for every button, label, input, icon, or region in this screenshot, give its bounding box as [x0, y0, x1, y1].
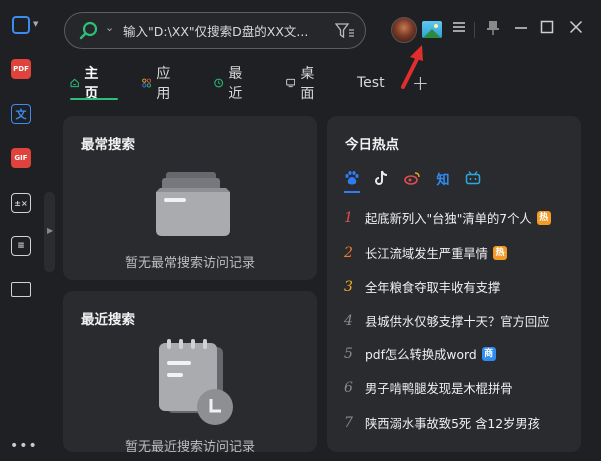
- search-input[interactable]: [123, 21, 331, 41]
- maximize-icon[interactable]: [540, 20, 554, 38]
- tab-recent[interactable]: 最近: [214, 66, 247, 102]
- hot-list-item[interactable]: 7 陕西溺水事故致5死 含12岁男孩: [344, 413, 540, 433]
- recent-search-card: 最近搜索 暂无最近搜索访问记录: [63, 291, 317, 452]
- rank-number: 6: [344, 380, 353, 396]
- apps-icon: [142, 78, 152, 88]
- close-icon[interactable]: [569, 20, 583, 38]
- card-title: 今日热点: [345, 137, 399, 153]
- notes-icon[interactable]: ≡: [11, 236, 31, 256]
- empty-state-text: 暂无最常搜索访问记录: [124, 256, 255, 271]
- hot-list-item[interactable]: 5 pdf怎么转换成word 商: [344, 344, 496, 364]
- divider: [474, 22, 475, 38]
- tab-label: 主页: [84, 66, 99, 102]
- douyin-icon[interactable]: [372, 168, 392, 188]
- rank-number: 4: [344, 313, 353, 329]
- hamburger-icon[interactable]: [452, 20, 466, 38]
- search-icon: [79, 21, 98, 40]
- add-tab-button[interactable]: +: [412, 70, 429, 96]
- empty-notes-icon: [159, 339, 233, 425]
- monitor-icon: [286, 78, 296, 88]
- ad-badge: 商: [481, 347, 496, 361]
- hot-item-text: 全年粮食夺取丰收有支撑: [365, 281, 501, 295]
- pdf-icon[interactable]: PDF: [11, 59, 31, 79]
- hot-item-text: 起底新列入"台独"清单的7个人: [365, 212, 532, 226]
- hot-item-text: 男子啃鸭腿发现是木棍拼骨: [365, 382, 513, 396]
- translate-icon[interactable]: 文: [11, 104, 31, 124]
- sidebar-collapse-handle[interactable]: ▶: [44, 192, 55, 272]
- hot-item-text: 陕西溺水事故致5死 含12岁男孩: [365, 417, 540, 431]
- hot-item-text: pdf怎么转换成word: [365, 348, 477, 362]
- filter-icon[interactable]: [335, 22, 355, 40]
- hot-list-item[interactable]: 3 全年粮食夺取丰收有支撑: [344, 277, 500, 297]
- hot-list-item[interactable]: 1 起底新列入"台独"清单的7个人 热: [344, 208, 551, 228]
- user-avatar[interactable]: [391, 17, 417, 43]
- tab-label: 最近: [228, 66, 243, 102]
- hot-list-item[interactable]: 6 男子啃鸭腿发现是木棍拼骨: [344, 378, 513, 398]
- hot-badge: 热: [492, 246, 507, 260]
- sidebar: ▼ PDF 文 GIF ±× ≡ •••: [0, 0, 46, 461]
- hot-badge: 热: [536, 211, 551, 225]
- screenshot-dropdown-icon[interactable]: ▼: [33, 20, 38, 28]
- hot-list-item[interactable]: 4 县城供水仅够支撑十天？官方回应: [344, 311, 549, 331]
- skin-image-icon[interactable]: [422, 21, 442, 38]
- more-icon[interactable]: •••: [10, 438, 38, 454]
- rank-number: 2: [344, 245, 353, 261]
- search-bar[interactable]: ⌄: [64, 12, 366, 49]
- hot-item-text: 长江流域发生严重旱情: [365, 247, 488, 261]
- calculator-icon[interactable]: ±×: [11, 193, 31, 213]
- rank-number: 7: [344, 415, 353, 431]
- weibo-icon[interactable]: [402, 168, 422, 188]
- tab-label: Test: [357, 75, 385, 91]
- empty-state-text: 暂无最近搜索访问记录: [124, 440, 255, 452]
- card-title: 最近搜索: [81, 312, 135, 328]
- empty-box-icon: [156, 172, 230, 236]
- tab-label: 桌面: [300, 66, 315, 102]
- tab-desktop[interactable]: 桌面: [286, 66, 319, 102]
- pin-icon[interactable]: [486, 20, 500, 40]
- hot-list-item[interactable]: 2 长江流域发生严重旱情 热: [344, 243, 507, 263]
- search-scope-chevron-icon[interactable]: ⌄: [105, 21, 114, 34]
- active-source-indicator: [344, 191, 360, 193]
- screenshot-icon[interactable]: [12, 16, 30, 34]
- desktop-icon[interactable]: [11, 282, 31, 297]
- rank-number: 1: [344, 210, 353, 226]
- clock-icon: [214, 78, 224, 88]
- chevron-right-icon: ▶: [47, 226, 54, 235]
- rank-number: 3: [344, 279, 353, 295]
- tab-home[interactable]: 主页: [70, 66, 103, 102]
- minimize-icon[interactable]: [514, 20, 528, 38]
- rank-number: 5: [344, 346, 353, 362]
- home-icon: [70, 78, 79, 88]
- zhihu-icon[interactable]: 知: [433, 168, 453, 188]
- frequent-search-card: 最常搜索 暂无最常搜索访问记录: [63, 116, 317, 280]
- active-tab-indicator: [70, 98, 118, 100]
- hot-item-text: 县城供水仅够支撑十天？官方回应: [365, 315, 550, 329]
- tab-label: 应用: [156, 66, 171, 102]
- tab-apps[interactable]: 应用: [142, 66, 175, 102]
- baidu-icon[interactable]: [342, 168, 362, 188]
- bilibili-icon[interactable]: [463, 168, 483, 188]
- tab-test[interactable]: Test: [357, 70, 385, 96]
- gif-icon[interactable]: GIF: [11, 148, 31, 168]
- card-title: 最常搜索: [81, 137, 135, 153]
